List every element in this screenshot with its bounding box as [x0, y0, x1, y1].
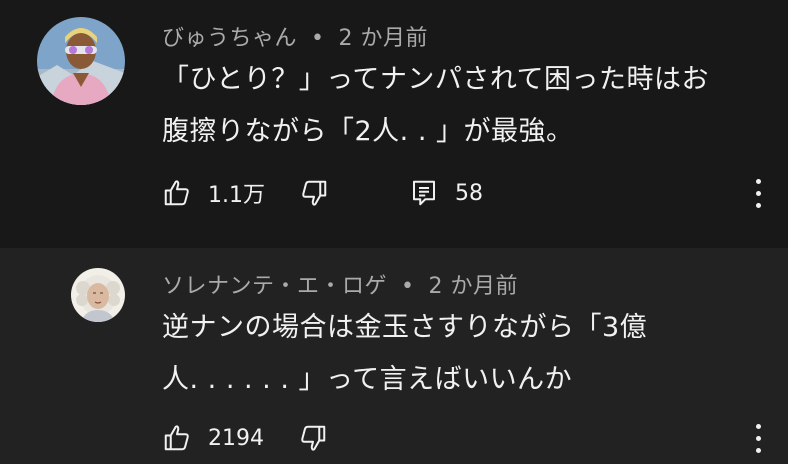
comment-thread: ソレナンテ・エ・ロゲ • 2 か月前 逆ナンの場合は金玉さすりながら「3億 人. .…: [0, 248, 788, 464]
thumbs-down-icon: [302, 180, 327, 206]
comment-text-line: 「ひとり？」ってナンパされて困った時はお: [162, 64, 710, 95]
more-button[interactable]: [756, 424, 762, 454]
comment-time[interactable]: 2 か月前: [339, 26, 429, 51]
avatar[interactable]: [37, 17, 125, 105]
author-name[interactable]: ソレナンテ・エ・ロゲ: [162, 274, 387, 299]
meta-separator: •: [311, 26, 325, 51]
avatar[interactable]: [71, 268, 125, 322]
comment-icon: [413, 180, 435, 206]
avatar-image: [71, 268, 125, 322]
comment-text-line: 人. . . . . . 」って言えばいいんか: [162, 364, 573, 395]
dislike-button[interactable]: [298, 423, 328, 453]
comment-text-line: 逆ナンの場合は金玉さすりながら「3億: [162, 312, 648, 343]
comment-actions: 1.1万 58: [162, 176, 483, 210]
comment-thread: びゅうちゃん • 2 か月前 「ひとり？」ってナンパされて困った時はお 腹擦りながら…: [0, 0, 788, 248]
like-count: 2194: [208, 425, 264, 451]
thumbs-up-icon: [164, 180, 189, 206]
avatar-image: [37, 17, 125, 105]
comments-screen: びゅうちゃん • 2 か月前 「ひとり？」ってナンパされて困った時はお 腹擦りながら…: [0, 0, 788, 464]
thumbs-down-icon: [301, 425, 326, 451]
reply-button[interactable]: 58: [409, 178, 483, 208]
dislike-button[interactable]: [299, 178, 329, 208]
like-button[interactable]: 2194: [162, 423, 264, 453]
comment-text: 逆ナンの場合は金玉さすりながら「3億 人. . . . . . 」って言えばいい…: [162, 302, 762, 406]
comment-meta: びゅうちゃん • 2 か月前: [162, 20, 428, 52]
comment-text-line: 腹擦りながら「2人. . 」が最強。: [162, 116, 574, 147]
thumbs-up-icon: [164, 425, 189, 451]
reply-count: 58: [455, 180, 483, 206]
comment-meta: ソレナンテ・エ・ロゲ • 2 か月前: [162, 268, 518, 300]
like-button[interactable]: 1.1万: [162, 177, 265, 209]
like-count: 1.1万: [208, 183, 265, 208]
meta-separator: •: [401, 274, 415, 299]
comment-text: 「ひとり？」ってナンパされて困った時はお 腹擦りながら「2人. . 」が最強。: [162, 54, 762, 158]
comment-time[interactable]: 2 か月前: [429, 274, 519, 299]
author-name[interactable]: びゅうちゃん: [162, 26, 297, 51]
comment-actions: 2194: [162, 421, 328, 455]
more-button[interactable]: [756, 179, 762, 209]
